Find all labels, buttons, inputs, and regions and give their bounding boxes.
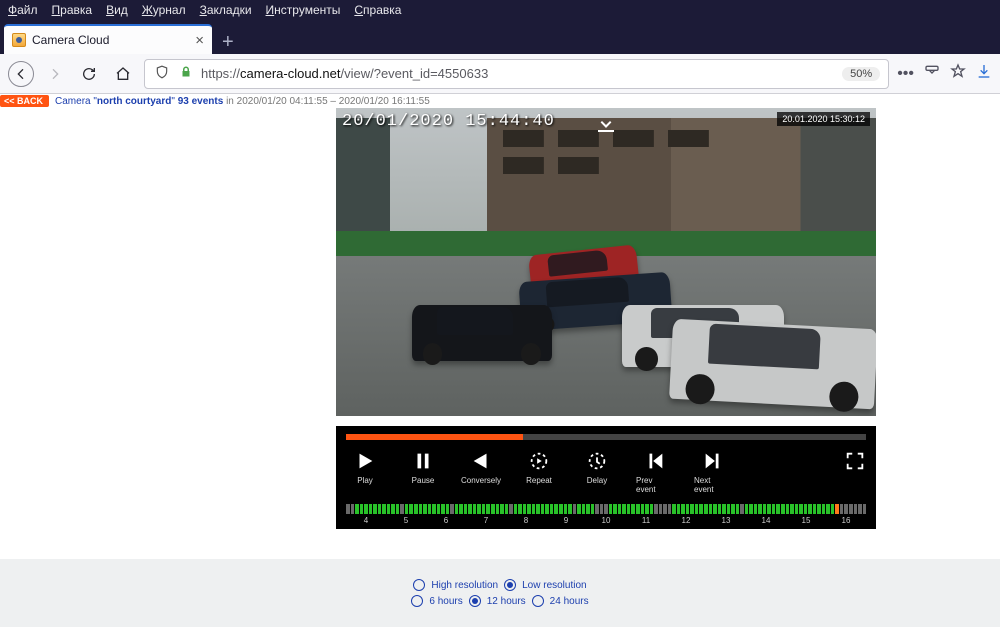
- back-button[interactable]: [8, 61, 34, 87]
- menu-item[interactable]: Инструменты: [266, 3, 341, 17]
- repeat-button[interactable]: Repeat: [520, 450, 558, 485]
- menu-item[interactable]: Вид: [106, 3, 128, 17]
- browser-menubar: Файл Правка Вид Журнал Закладки Инструменты Сп…: [0, 0, 1000, 20]
- lock-icon: [179, 66, 193, 81]
- radio-24h[interactable]: [532, 595, 544, 607]
- delay-button[interactable]: Delay: [578, 450, 616, 485]
- timeline-ticks: 45678910111213141516: [346, 516, 866, 525]
- player-controls: Play Pause Conversely Repeat Delay Prev …: [336, 426, 876, 529]
- breadcrumb: << BACK Camera "north courtyard" 93 even…: [0, 94, 1000, 108]
- reverse-button[interactable]: Conversely: [462, 450, 500, 485]
- address-text: https://camera-cloud.net/view/?event_id=…: [201, 66, 834, 81]
- menu-item[interactable]: Справка: [354, 3, 401, 17]
- radio-low-res[interactable]: [504, 579, 516, 591]
- menu-item[interactable]: Закладки: [200, 3, 252, 17]
- home-button[interactable]: [110, 61, 136, 87]
- fullscreen-icon[interactable]: [844, 450, 866, 477]
- menu-item[interactable]: Правка: [52, 3, 93, 17]
- next-event-button[interactable]: Next event: [694, 450, 732, 494]
- video-player: 20/01/2020 15:44:40 20.01.2020 15:30:12 …: [336, 108, 876, 529]
- video-frame[interactable]: 20/01/2020 15:44:40 20.01.2020 15:30:12: [336, 108, 876, 416]
- reload-button[interactable]: [76, 61, 102, 87]
- address-bar[interactable]: https://camera-cloud.net/view/?event_id=…: [144, 59, 889, 89]
- options-footer: High resolution Low resolution 6 hours 1…: [0, 559, 1000, 627]
- prev-event-button[interactable]: Prev event: [636, 450, 674, 494]
- radio-12h[interactable]: [469, 595, 481, 607]
- shield-icon[interactable]: [153, 65, 171, 82]
- forward-button[interactable]: [42, 61, 68, 87]
- event-timeline[interactable]: [346, 504, 866, 514]
- new-tab-button[interactable]: +: [212, 31, 244, 54]
- zoom-badge[interactable]: 50%: [842, 67, 880, 81]
- browser-tab-active[interactable]: Camera Cloud ×: [4, 24, 212, 54]
- downloads-icon[interactable]: [976, 63, 992, 84]
- play-button[interactable]: Play: [346, 450, 384, 485]
- menu-item[interactable]: Журнал: [142, 3, 186, 17]
- pause-button[interactable]: Pause: [404, 450, 442, 485]
- pocket-icon[interactable]: [924, 63, 940, 84]
- close-tab-icon[interactable]: ×: [195, 33, 204, 48]
- browser-toolbar: https://camera-cloud.net/view/?event_id=…: [0, 54, 1000, 94]
- back-link[interactable]: << BACK: [0, 95, 49, 107]
- browser-tabstrip: Camera Cloud × +: [0, 20, 1000, 54]
- osd-timestamp: 20/01/2020 15:44:40: [342, 112, 555, 131]
- menu-item[interactable]: Файл: [8, 3, 38, 17]
- osd-clock: 20.01.2020 15:30:12: [777, 112, 870, 126]
- page-content: << BACK Camera "north courtyard" 93 even…: [0, 94, 1000, 627]
- page-actions-icon[interactable]: •••: [897, 65, 914, 83]
- download-clip-icon[interactable]: [594, 112, 618, 142]
- progress-bar[interactable]: [346, 434, 866, 440]
- radio-6h[interactable]: [411, 595, 423, 607]
- tab-title: Camera Cloud: [32, 33, 109, 47]
- bookmark-star-icon[interactable]: [950, 63, 966, 84]
- favicon-icon: [12, 33, 26, 47]
- radio-high-res[interactable]: [413, 579, 425, 591]
